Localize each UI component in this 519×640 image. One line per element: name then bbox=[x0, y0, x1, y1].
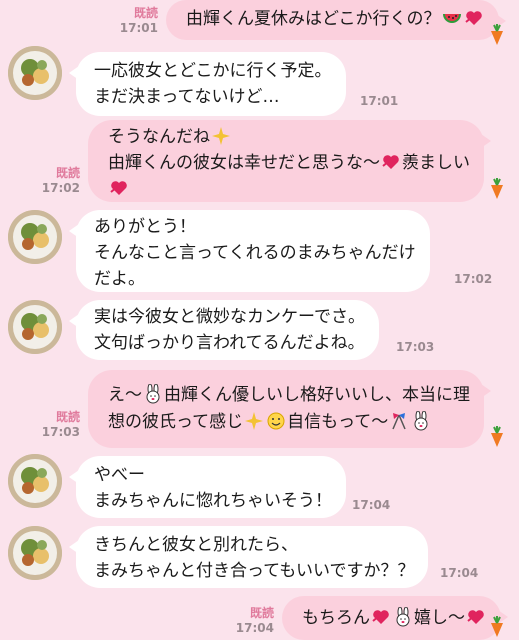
bunny-icon bbox=[146, 384, 160, 404]
read-label: 既読 bbox=[133, 6, 158, 20]
message-text: まみちゃんと付き合ってもいいですか？？ bbox=[94, 561, 415, 581]
message-text: そんなこと言ってくれるのまみちゃんだけ bbox=[94, 243, 416, 263]
message-text: 羨ましい bbox=[402, 153, 470, 173]
message-meta: 既読 17:03 bbox=[40, 410, 80, 440]
sparkle-icon bbox=[245, 412, 264, 430]
smile-icon bbox=[267, 412, 285, 430]
message-text: 一応彼女とどこかに行く予定。 bbox=[94, 61, 332, 81]
avatar[interactable] bbox=[8, 454, 62, 508]
timestamp: 17:04 bbox=[440, 566, 479, 580]
heart-icon bbox=[372, 610, 389, 624]
message-text: まだ決まってないけど… bbox=[94, 87, 280, 107]
avatar[interactable] bbox=[8, 46, 62, 100]
message-text: 由輝くん優しいし格好いいし、本当に理 bbox=[164, 385, 470, 405]
message-meta: 既読 17:01 bbox=[118, 6, 158, 36]
read-label: 既読 bbox=[55, 166, 80, 180]
watermelon-icon bbox=[442, 14, 461, 23]
message-text: だよ。 bbox=[94, 269, 145, 289]
outgoing-message[interactable]: え〜 由輝くん優しいし格好いいし、本当に理 想の彼氏って感じ 自信もって〜 bbox=[88, 370, 491, 448]
heart-icon bbox=[110, 181, 127, 195]
message-text: 実は今彼女と微妙なカンケーでさ。 bbox=[94, 307, 365, 327]
avatar[interactable] bbox=[8, 300, 62, 354]
heart-icon bbox=[464, 11, 482, 25]
timestamp: 17:01 bbox=[360, 94, 399, 108]
message-text: きちんと彼女と別れたら、 bbox=[94, 535, 298, 555]
message-text: 由輝くんの彼女は幸せだと思うな〜 bbox=[108, 153, 380, 173]
incoming-message[interactable]: 実は今彼女と微妙なカンケーでさ。 文句ばっかり言われてるんだよね。 bbox=[69, 300, 379, 360]
timestamp: 17:01 bbox=[119, 21, 158, 35]
incoming-message[interactable]: 一応彼女とどこかに行く予定。 まだ決まってないけど… bbox=[69, 52, 346, 116]
outgoing-message[interactable]: 由輝くん夏休みはどこか行くの？ bbox=[166, 0, 505, 40]
timestamp: 17:03 bbox=[41, 425, 80, 439]
carrot-icon bbox=[491, 616, 503, 637]
message-meta: 既読 17:04 bbox=[234, 606, 274, 636]
message-text: 由輝くん夏休みはどこか行くの？ bbox=[186, 9, 441, 29]
incoming-message[interactable]: ありがとう！ そんなこと言ってくれるのまみちゃんだけ だよ。 bbox=[69, 210, 430, 292]
chat-view[interactable]: 既読 17:01 由輝くん夏休みはどこか行くの？ 一応彼女とどこかに行く予定。 … bbox=[0, 0, 519, 640]
read-label: 既読 bbox=[249, 606, 274, 620]
flags-icon bbox=[392, 413, 407, 430]
carrot-icon bbox=[491, 178, 503, 199]
message-text: そうなんだね bbox=[108, 127, 210, 147]
avatar-food-photo bbox=[8, 300, 62, 354]
message-text: まみちゃんに惚れちゃいそう！ bbox=[94, 491, 332, 511]
message-text: もちろん bbox=[302, 608, 370, 628]
carrot-icon bbox=[491, 24, 503, 45]
timestamp: 17:02 bbox=[454, 272, 493, 286]
avatar-food-photo bbox=[8, 526, 62, 580]
timestamp: 17:04 bbox=[352, 498, 391, 512]
message-text: 想の彼氏って感じ bbox=[108, 412, 244, 432]
message-text: 自信もって〜 bbox=[287, 412, 389, 432]
timestamp: 17:03 bbox=[396, 340, 435, 354]
incoming-message[interactable]: きちんと彼女と別れたら、 まみちゃんと付き合ってもいいですか？？ bbox=[68, 526, 429, 588]
avatar-food-photo bbox=[8, 454, 62, 508]
message-meta: 既読 17:02 bbox=[40, 166, 80, 196]
message-text: 文句ばっかり言われてるんだよね。 bbox=[94, 333, 365, 353]
message-text: ありがとう！ bbox=[94, 217, 196, 237]
message-text: 嬉し〜 bbox=[414, 608, 465, 628]
outgoing-message[interactable]: そうなんだね 由輝くんの彼女は幸せだと思うな〜 羨ましい bbox=[88, 120, 491, 202]
timestamp: 17:04 bbox=[235, 621, 274, 635]
heart-icon bbox=[382, 155, 399, 169]
sparkle-icon bbox=[212, 127, 230, 145]
avatar[interactable] bbox=[8, 526, 62, 580]
message-text: え〜 bbox=[108, 385, 142, 405]
avatar-food-photo bbox=[8, 210, 62, 264]
avatar[interactable] bbox=[8, 210, 62, 264]
avatar-food-photo bbox=[8, 46, 62, 100]
incoming-message[interactable]: やべー まみちゃんに惚れちゃいそう！ bbox=[69, 456, 346, 518]
message-text: やべー bbox=[94, 465, 145, 485]
outgoing-message[interactable]: もちろん 嬉し〜 bbox=[282, 596, 508, 640]
read-label: 既読 bbox=[55, 410, 80, 424]
heart-icon bbox=[467, 610, 484, 624]
timestamp: 17:02 bbox=[41, 181, 80, 195]
bunny-icon bbox=[414, 411, 428, 431]
bunny-icon bbox=[396, 607, 410, 627]
carrot-icon bbox=[491, 426, 503, 447]
